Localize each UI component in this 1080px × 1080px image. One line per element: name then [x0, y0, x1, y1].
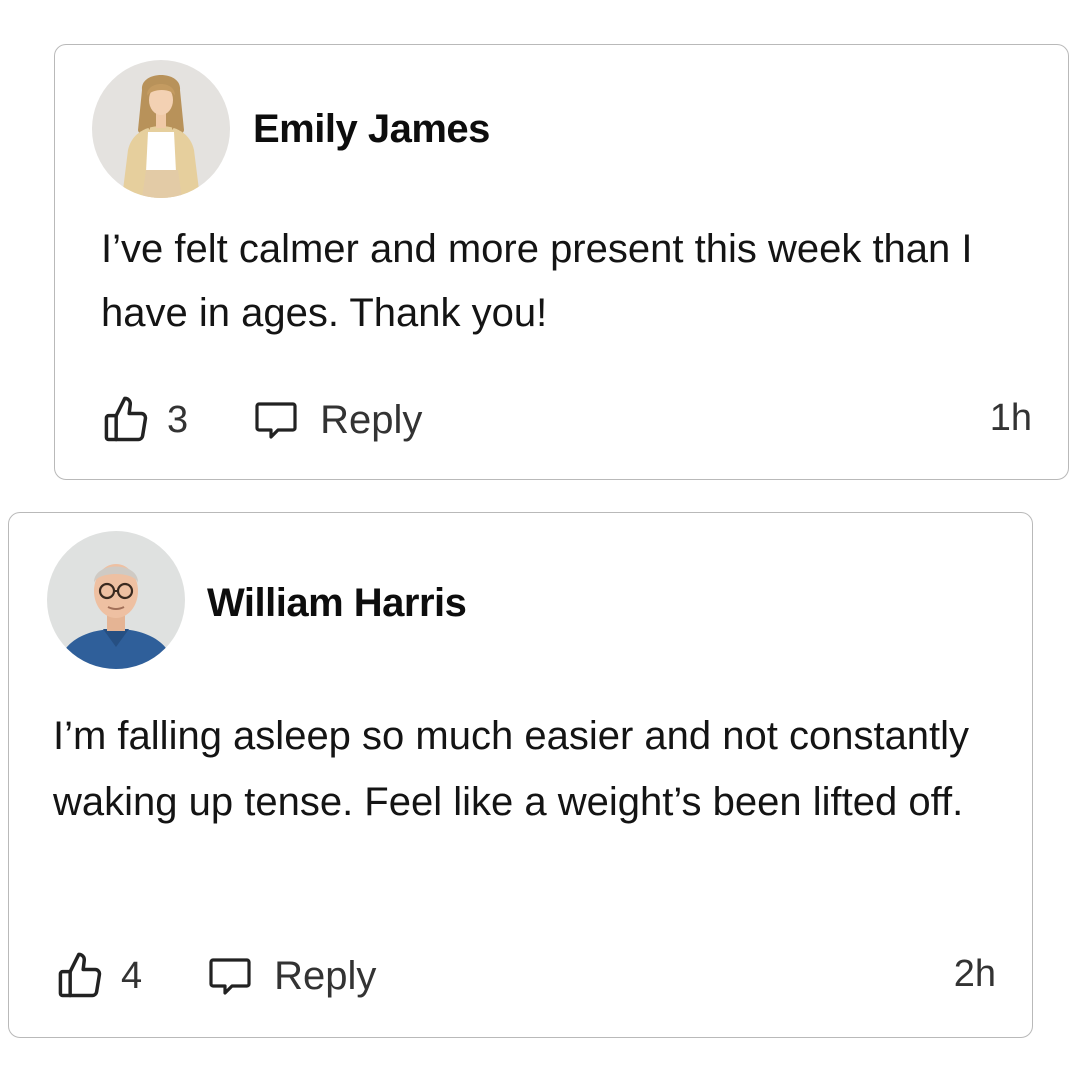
comment-text: I’ve felt calmer and more present this w…	[101, 227, 973, 335]
reply-label: Reply	[320, 397, 423, 442]
comment-card: William Harris I’m falling asleep so muc…	[8, 512, 1033, 1038]
thumbs-up-icon	[104, 396, 148, 442]
reply-button[interactable]: Reply	[252, 396, 422, 444]
comment-text: I’m falling asleep so much easier and no…	[53, 714, 970, 824]
like-button[interactable]: 3	[101, 394, 188, 446]
speech-bubble-icon	[255, 402, 297, 439]
comment-actions: 4 Reply	[55, 951, 376, 1001]
reply-label: Reply	[274, 953, 377, 998]
author-name[interactable]: William Harris	[207, 581, 467, 626]
thumbs-up-icon	[58, 952, 102, 998]
avatar-man-photo-icon	[47, 531, 185, 669]
reply-button[interactable]: Reply	[206, 952, 376, 1000]
timestamp: 1h	[989, 397, 1032, 439]
avatar[interactable]	[47, 531, 185, 669]
avatar[interactable]	[92, 60, 230, 198]
comment-card: Emily James I’ve felt calmer and more pr…	[54, 44, 1069, 480]
like-count: 4	[121, 954, 143, 997]
timestamp: 2h	[953, 953, 996, 995]
like-button[interactable]: 4	[55, 950, 142, 1002]
comment-actions: 3 Reply	[101, 395, 422, 445]
author-name[interactable]: Emily James	[253, 107, 490, 152]
like-count: 3	[167, 398, 189, 441]
avatar-woman-photo-icon	[92, 60, 230, 198]
speech-bubble-icon	[209, 958, 251, 995]
